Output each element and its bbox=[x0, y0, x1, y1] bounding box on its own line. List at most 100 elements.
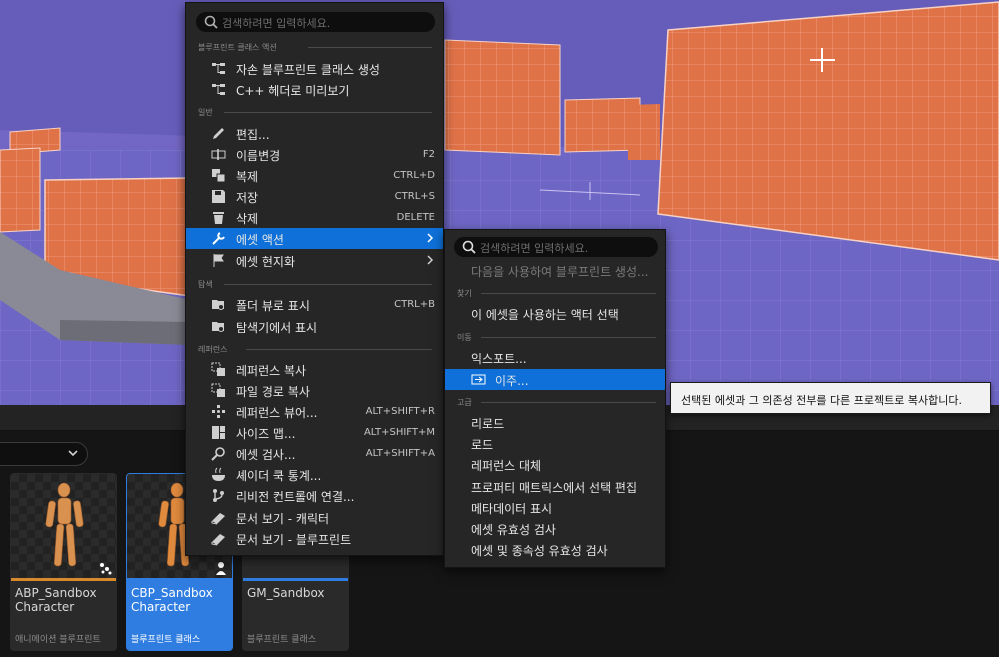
submenu-item-label: 에셋 유효성 검사 bbox=[471, 523, 556, 537]
migrate-icon bbox=[471, 374, 486, 385]
menu-item-show-in-folder-view[interactable]: 폴더 뷰로 표시 CTRL+B bbox=[186, 294, 443, 315]
section-header-references: 레퍼런스 bbox=[198, 345, 228, 354]
filter-dropdown[interactable] bbox=[0, 442, 88, 466]
submenu-item-validate-assets[interactable]: 에셋 유효성 검사 bbox=[445, 518, 665, 539]
menu-item-docs-character[interactable]: 문서 보기 - 캐릭터 bbox=[186, 507, 443, 528]
menu-item-shortcut: CTRL+B bbox=[394, 299, 435, 310]
submenu-item-select-actors-using-asset[interactable]: 이 에셋을 사용하는 액터 선택 bbox=[445, 303, 665, 324]
anim-blueprint-icon bbox=[100, 563, 112, 575]
menu-item-audit-assets[interactable]: 에셋 검사... ALT+SHIFT+A bbox=[186, 443, 443, 464]
section-divider bbox=[246, 349, 432, 350]
menu-item-shortcut: ALT+SHIFT+R bbox=[365, 406, 435, 417]
submenu-item-validate-assets-and-dependencies[interactable]: 에셋 및 종속성 유효성 검사 bbox=[445, 539, 665, 560]
chevron-right-icon bbox=[427, 255, 434, 265]
menu-item-duplicate[interactable]: 복제 CTRL+D bbox=[186, 165, 443, 186]
flag-icon bbox=[213, 254, 224, 267]
asset-type-label: 블루프린트 클래스 bbox=[247, 635, 317, 645]
size-map-icon bbox=[212, 426, 225, 439]
chevron-right-icon bbox=[427, 233, 434, 243]
section-divider bbox=[224, 112, 432, 113]
folder-search-icon bbox=[212, 322, 224, 332]
menu-item-copy-reference[interactable]: 레퍼런스 복사 bbox=[186, 359, 443, 380]
submenu-item-create-blueprint-using: 다음을 사용하여 블루프린트 생성... bbox=[445, 260, 665, 281]
menu-item-shader-cook-stats[interactable]: 셰이더 쿡 통계... bbox=[186, 464, 443, 485]
section-divider bbox=[224, 284, 432, 285]
menu-item-label: C++ 헤더로 미리보기 bbox=[236, 84, 350, 98]
menu-item-label: 삭제 bbox=[236, 212, 259, 226]
menu-item-label: 문서 보기 - 캐릭터 bbox=[236, 512, 330, 526]
menu-item-asset-localization[interactable]: 에셋 현지화 bbox=[186, 250, 443, 271]
asset-name: CBP_Sandbox Character bbox=[131, 586, 213, 614]
menu-item-edit[interactable]: 편집... bbox=[186, 123, 443, 144]
docs-icon bbox=[211, 534, 225, 546]
menu-item-preview-cpp-header[interactable]: C++ 헤더로 미리보기 bbox=[186, 79, 443, 100]
asset-type-label: 블루프린트 클래스 bbox=[131, 635, 201, 645]
reference-viewer-icon bbox=[212, 405, 225, 418]
menu-item-show-in-explorer[interactable]: 탐색기에서 표시 bbox=[186, 316, 443, 337]
asset-actions-submenu: 검색하려면 입력하세요. 다음을 사용하여 블루프린트 생성... 찾기 이 에… bbox=[444, 229, 666, 568]
chevron-down-icon bbox=[68, 450, 78, 457]
submenu-item-label: 리로드 bbox=[471, 417, 505, 431]
submenu-item-label: 레퍼런스 대체 bbox=[471, 459, 542, 473]
menu-item-rename[interactable]: 이름변경 F2 bbox=[186, 144, 443, 165]
pencil-icon bbox=[213, 128, 224, 139]
section-divider bbox=[481, 293, 656, 294]
section-header-explore: 탐색 bbox=[198, 280, 213, 289]
menu-item-shortcut: ALT+SHIFT+M bbox=[363, 427, 435, 438]
submenu-item-load[interactable]: 로드 bbox=[445, 433, 665, 454]
menu-item-label: 에셋 검사... bbox=[236, 448, 296, 462]
submenu-search[interactable]: 검색하려면 입력하세요. bbox=[454, 237, 658, 257]
blueprint-hierarchy-icon bbox=[212, 84, 225, 95]
menu-item-copy-file-path[interactable]: 파일 경로 복사 bbox=[186, 380, 443, 401]
audit-icon bbox=[211, 447, 225, 461]
menu-item-size-map[interactable]: 사이즈 맵... ALT+SHIFT+M bbox=[186, 422, 443, 443]
submenu-item-label: 프로퍼티 매트릭스에서 선택 편집 bbox=[471, 481, 638, 495]
menu-item-label: 파일 경로 복사 bbox=[236, 385, 310, 399]
asset-tile-abp-sandbox-character[interactable]: ABP_Sandbox Character 애니메이션 블루프린트 bbox=[10, 473, 117, 651]
section-header-blueprint-class-actions: 블루프린트 클래스 액션 bbox=[198, 43, 277, 52]
docs-icon bbox=[211, 513, 225, 525]
menu-item-label: 이름변경 bbox=[236, 149, 281, 163]
menu-item-reference-viewer[interactable]: 레퍼런스 뷰어... ALT+SHIFT+R bbox=[186, 401, 443, 422]
submenu-item-label: 다음을 사용하여 블루프린트 생성... bbox=[471, 265, 649, 279]
submenu-item-replace-references[interactable]: 레퍼런스 대체 bbox=[445, 454, 665, 475]
submenu-item-show-metadata[interactable]: 메타데이터 표시 bbox=[445, 497, 665, 518]
menu-item-asset-actions[interactable]: 에셋 액션 bbox=[186, 228, 443, 249]
submenu-item-label: 에셋 및 종속성 유효성 검사 bbox=[471, 544, 608, 558]
context-menu-search[interactable]: 검색하려면 입력하세요. bbox=[196, 12, 435, 32]
search-placeholder: 검색하려면 입력하세요. bbox=[222, 17, 331, 30]
section-divider bbox=[481, 402, 656, 403]
menu-item-label: 탐색기에서 표시 bbox=[236, 321, 318, 335]
menu-item-docs-blueprint[interactable]: 문서 보기 - 블루프린트 bbox=[186, 528, 443, 549]
menu-item-label: 리비전 컨트롤에 연결... bbox=[236, 490, 355, 504]
submenu-item-label: 로드 bbox=[471, 438, 494, 452]
wrench-icon bbox=[212, 232, 225, 245]
menu-item-label: 레퍼런스 뷰어... bbox=[236, 406, 318, 420]
menu-item-shortcut: ALT+SHIFT+A bbox=[365, 448, 435, 459]
blueprint-hierarchy-icon bbox=[212, 63, 225, 74]
save-icon bbox=[212, 190, 225, 203]
asset-context-menu: 검색하려면 입력하세요. 블루프린트 클래스 액션 자손 블루프린트 클래스 생… bbox=[185, 2, 444, 556]
menu-item-label: 복제 bbox=[236, 170, 259, 184]
menu-item-delete[interactable]: 삭제 DELETE bbox=[186, 207, 443, 228]
menu-item-shortcut: CTRL+D bbox=[393, 170, 435, 181]
menu-item-connect-source-control[interactable]: 리비전 컨트롤에 연결... bbox=[186, 485, 443, 506]
source-control-icon bbox=[213, 489, 224, 502]
submenu-item-reload[interactable]: 리로드 bbox=[445, 412, 665, 433]
submenu-item-migrate[interactable]: 이주... bbox=[445, 369, 665, 390]
section-header-general: 일반 bbox=[198, 108, 213, 117]
menu-item-save[interactable]: 저장 CTRL+S bbox=[186, 186, 443, 207]
character-icon bbox=[216, 562, 226, 575]
submenu-item-label: 메타데이터 표시 bbox=[471, 502, 553, 516]
menu-item-create-child-blueprint[interactable]: 자손 블루프린트 클래스 생성 bbox=[186, 58, 443, 79]
submenu-item-label: 이주... bbox=[495, 374, 529, 388]
menu-item-label: 폴더 뷰로 표시 bbox=[236, 299, 310, 313]
menu-item-label: 셰이더 쿡 통계... bbox=[236, 469, 322, 483]
menu-item-label: 레퍼런스 복사 bbox=[236, 364, 307, 378]
rename-icon bbox=[211, 149, 226, 160]
search-placeholder: 검색하려면 입력하세요. bbox=[480, 242, 589, 255]
asset-name: GM_Sandbox bbox=[247, 586, 325, 600]
submenu-item-edit-in-property-matrix[interactable]: 프로퍼티 매트릭스에서 선택 편집 bbox=[445, 476, 665, 497]
submenu-item-export[interactable]: 익스포트... bbox=[445, 347, 665, 368]
search-icon bbox=[204, 15, 218, 29]
